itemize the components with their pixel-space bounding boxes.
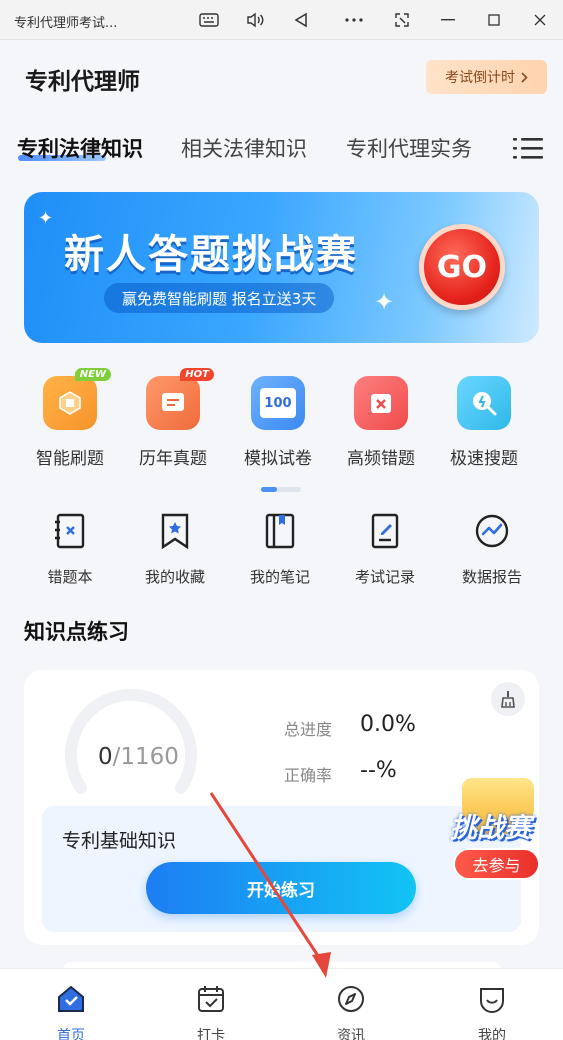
- mistake-book-icon: [55, 513, 85, 549]
- screenshot-icon[interactable]: [388, 6, 416, 34]
- minimize-icon[interactable]: [434, 6, 462, 34]
- close-icon[interactable]: [526, 6, 554, 34]
- feature-mock-exam[interactable]: 100 模拟试卷: [238, 376, 318, 469]
- window-titlebar: 专利代理师考试...: [0, 0, 563, 40]
- keyboard-icon[interactable]: [195, 6, 223, 34]
- sparkle-icon: ✦: [38, 208, 54, 229]
- feature-label: 历年真题: [139, 449, 207, 469]
- maximize-icon[interactable]: [480, 6, 508, 34]
- new-badge: NEW: [74, 368, 111, 381]
- profile-icon: [480, 988, 504, 1013]
- feature-label: 模拟试卷: [244, 449, 312, 469]
- page-title: 专利代理师: [25, 69, 140, 95]
- nav-news[interactable]: 资讯: [316, 983, 386, 1040]
- page-indicator: [261, 487, 301, 492]
- tool-label: 数据报告: [461, 568, 522, 586]
- tab-related-law[interactable]: 相关法律知识: [181, 133, 307, 163]
- progress-gauge: [65, 688, 197, 794]
- nav-label: 我的: [478, 1028, 506, 1040]
- back-icon[interactable]: [287, 6, 315, 34]
- mock-exam-score: 100: [260, 388, 296, 418]
- tool-label: 错题本: [47, 568, 93, 586]
- exam-record-icon: [371, 513, 399, 549]
- floating-title: 挑战赛: [450, 813, 531, 844]
- banner-subtitle: 赢免费智能刷题 报名立送3天: [104, 283, 335, 313]
- tool-label: 考试记录: [354, 568, 415, 586]
- tool-mistake-book[interactable]: 错题本: [30, 512, 110, 587]
- feature-label: 极速搜题: [450, 449, 518, 469]
- past-papers-icon: HOT: [146, 368, 214, 430]
- exam-countdown-button[interactable]: 考试倒计时: [426, 60, 547, 94]
- join-button[interactable]: 去参与: [453, 848, 540, 880]
- volume-icon[interactable]: [242, 6, 270, 34]
- nav-checkin[interactable]: 打卡: [176, 983, 246, 1040]
- progress-value: 0.0%: [360, 712, 416, 737]
- feature-frequent-mistakes[interactable]: 高频错题: [341, 376, 421, 469]
- favorites-icon: [161, 513, 189, 550]
- tab-patent-law[interactable]: 专利法律知识: [17, 133, 143, 163]
- calendar-check-icon: [198, 986, 224, 1012]
- feature-smart-practice[interactable]: NEW 智能刷题: [30, 368, 111, 469]
- feature-label: 智能刷题: [36, 449, 104, 469]
- tool-data-report[interactable]: 数据报告: [452, 512, 532, 587]
- feature-past-papers[interactable]: HOT 历年真题: [133, 368, 214, 469]
- data-report-icon: [475, 514, 509, 548]
- floating-challenge-widget[interactable]: 挑战赛 去参与: [448, 778, 548, 888]
- progress-label: 总进度: [284, 720, 333, 739]
- hot-badge: HOT: [180, 368, 214, 381]
- feature-label: 高频错题: [347, 449, 415, 469]
- sparkle-icon: ✦: [374, 288, 395, 316]
- nav-label: 打卡: [197, 1028, 225, 1040]
- quick-search-icon: [457, 376, 511, 430]
- frequent-mistakes-icon: [354, 376, 408, 430]
- nav-home[interactable]: 首页: [36, 983, 106, 1040]
- tool-notes[interactable]: 我的笔记: [240, 512, 320, 587]
- compass-icon: [338, 986, 364, 1012]
- mock-exam-icon: 100: [251, 376, 305, 430]
- tab-patent-practice[interactable]: 专利代理实务: [346, 133, 472, 163]
- tool-label: 我的收藏: [144, 568, 205, 586]
- progress-count: 0/1160: [98, 744, 179, 770]
- tool-favorites[interactable]: 我的收藏: [135, 512, 215, 587]
- tool-label: 我的笔记: [249, 568, 310, 586]
- banner-title: 新人答题挑战赛: [64, 232, 358, 278]
- feature-quick-search[interactable]: 极速搜题: [444, 376, 524, 469]
- accuracy-label: 正确率: [284, 766, 333, 785]
- nav-profile[interactable]: 我的: [457, 983, 527, 1040]
- nav-label: 资讯: [337, 1028, 365, 1040]
- broom-icon: [501, 691, 515, 708]
- go-button[interactable]: GO: [419, 224, 505, 310]
- challenge-banner[interactable]: ✦ ✦ 新人答题挑战赛 赢免费智能刷题 报名立送3天 GO: [24, 192, 539, 343]
- home-icon: [58, 985, 84, 1012]
- section-title: 知识点练习: [24, 620, 129, 644]
- bottom-navigation: 首页 打卡 资讯 我的: [0, 968, 563, 1040]
- tool-exam-record[interactable]: 考试记录: [345, 512, 425, 587]
- start-practice-button[interactable]: 开始练习: [146, 862, 416, 914]
- menu-list-icon[interactable]: [513, 135, 543, 161]
- chevron-right-icon: [521, 71, 528, 83]
- nav-label: 首页: [57, 1028, 85, 1040]
- countdown-label: 考试倒计时: [445, 70, 515, 86]
- window-title: 专利代理师考试...: [14, 16, 118, 31]
- more-icon[interactable]: [340, 6, 368, 34]
- notes-icon: [265, 513, 295, 549]
- smart-practice-icon: NEW: [43, 368, 111, 430]
- total-count: /1160: [112, 744, 179, 770]
- done-count: 0: [98, 744, 113, 770]
- accuracy-value: --%: [360, 758, 397, 783]
- clear-progress-button[interactable]: [491, 682, 525, 716]
- subject-name: 专利基础知识: [62, 830, 177, 852]
